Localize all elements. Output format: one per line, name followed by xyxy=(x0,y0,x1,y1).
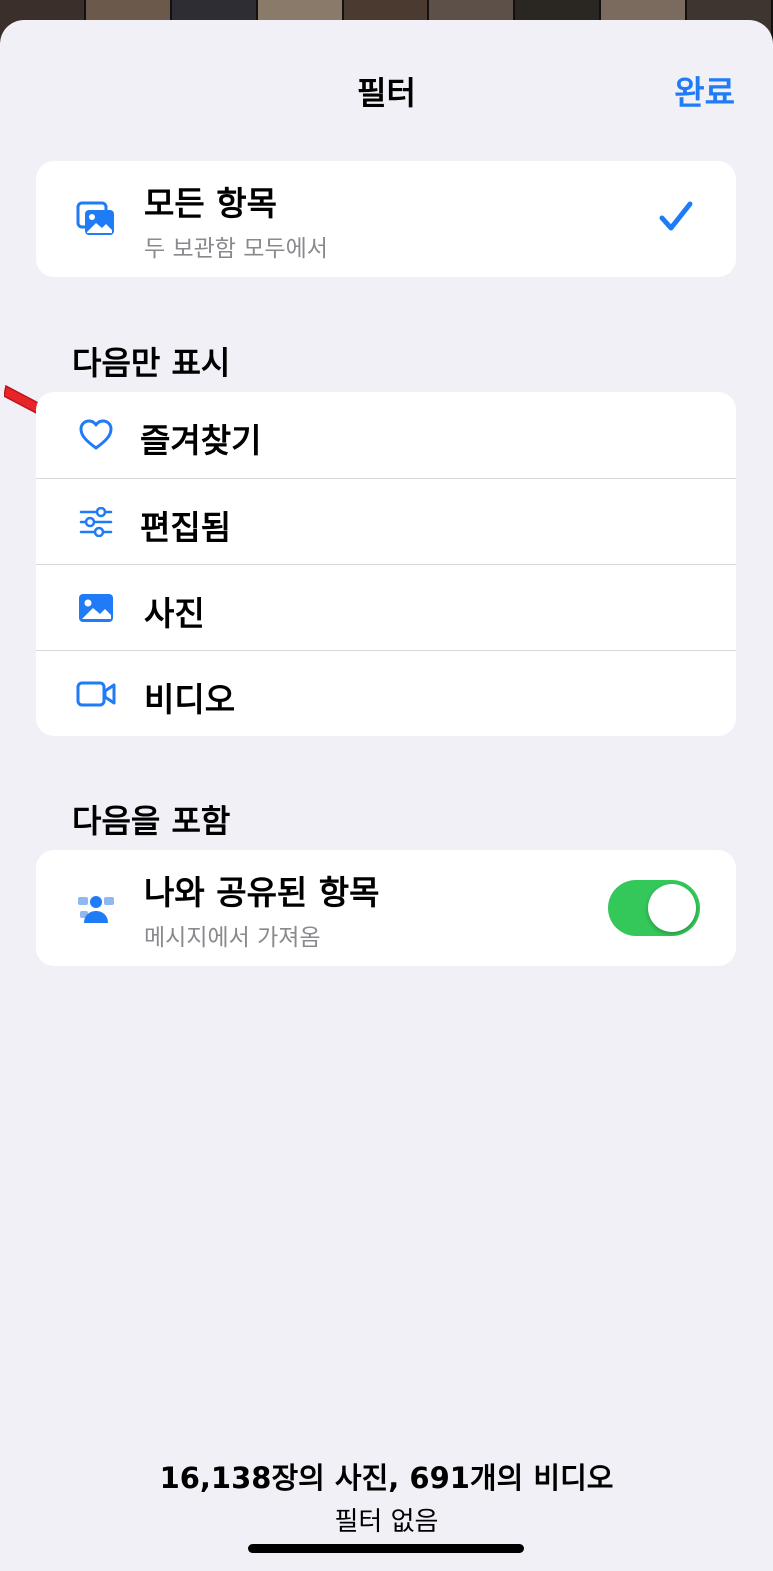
show-only-item-favorites[interactable]: 즐겨찾기 xyxy=(36,392,736,478)
filter-status: 필터 없음 xyxy=(334,1507,439,1537)
show-only-item-label: 비디오 xyxy=(144,680,236,719)
done-button[interactable]: 완료 xyxy=(674,66,735,114)
show-only-item-label: 사진 xyxy=(144,594,205,633)
include-section-title: 다음을 포함 xyxy=(72,802,231,840)
filter-sheet: 필터 완료 모든 항목 두 보관함 모두에서 다음만 표시 즐겨찾기 편집됨 사… xyxy=(0,20,773,1571)
photo-icon xyxy=(76,588,116,628)
shared-with-you-toggle[interactable] xyxy=(608,880,700,936)
include-card: 나와 공유된 항목 메시지에서 가져옴 xyxy=(36,850,736,966)
all-items-card: 모든 항목 두 보관함 모두에서 xyxy=(36,161,736,277)
shared-with-you-title: 나와 공유된 항목 xyxy=(144,873,380,912)
photo-stack-icon xyxy=(76,199,116,239)
show-only-item-label: 즐겨찾기 xyxy=(140,421,262,460)
video-icon xyxy=(76,674,116,714)
sheet-title: 필터 xyxy=(357,74,416,112)
all-items-row[interactable]: 모든 항목 두 보관함 모두에서 xyxy=(36,161,736,277)
sliders-icon xyxy=(76,502,116,542)
all-items-subtitle: 두 보관함 모두에서 xyxy=(144,236,328,262)
shared-with-you-row: 나와 공유된 항목 메시지에서 가져옴 xyxy=(36,850,736,966)
library-count: 16,138장의 사진, 691개의 비디오 xyxy=(159,1461,614,1495)
show-only-section-title: 다음만 표시 xyxy=(72,344,231,382)
shared-with-you-icon xyxy=(76,888,116,928)
show-only-item-videos[interactable]: 비디오 xyxy=(36,650,736,736)
checkmark-icon xyxy=(658,199,694,239)
show-only-card: 즐겨찾기 편집됨 사진 비디오 xyxy=(36,392,736,736)
show-only-item-label: 편집됨 xyxy=(140,508,232,547)
heart-icon xyxy=(76,415,116,455)
shared-with-you-subtitle: 메시지에서 가져옴 xyxy=(144,925,321,951)
all-items-title: 모든 항목 xyxy=(144,184,277,223)
toggle-knob xyxy=(648,884,696,932)
show-only-item-edited[interactable]: 편집됨 xyxy=(36,478,736,564)
home-indicator xyxy=(248,1544,524,1553)
show-only-item-photos[interactable]: 사진 xyxy=(36,564,736,650)
